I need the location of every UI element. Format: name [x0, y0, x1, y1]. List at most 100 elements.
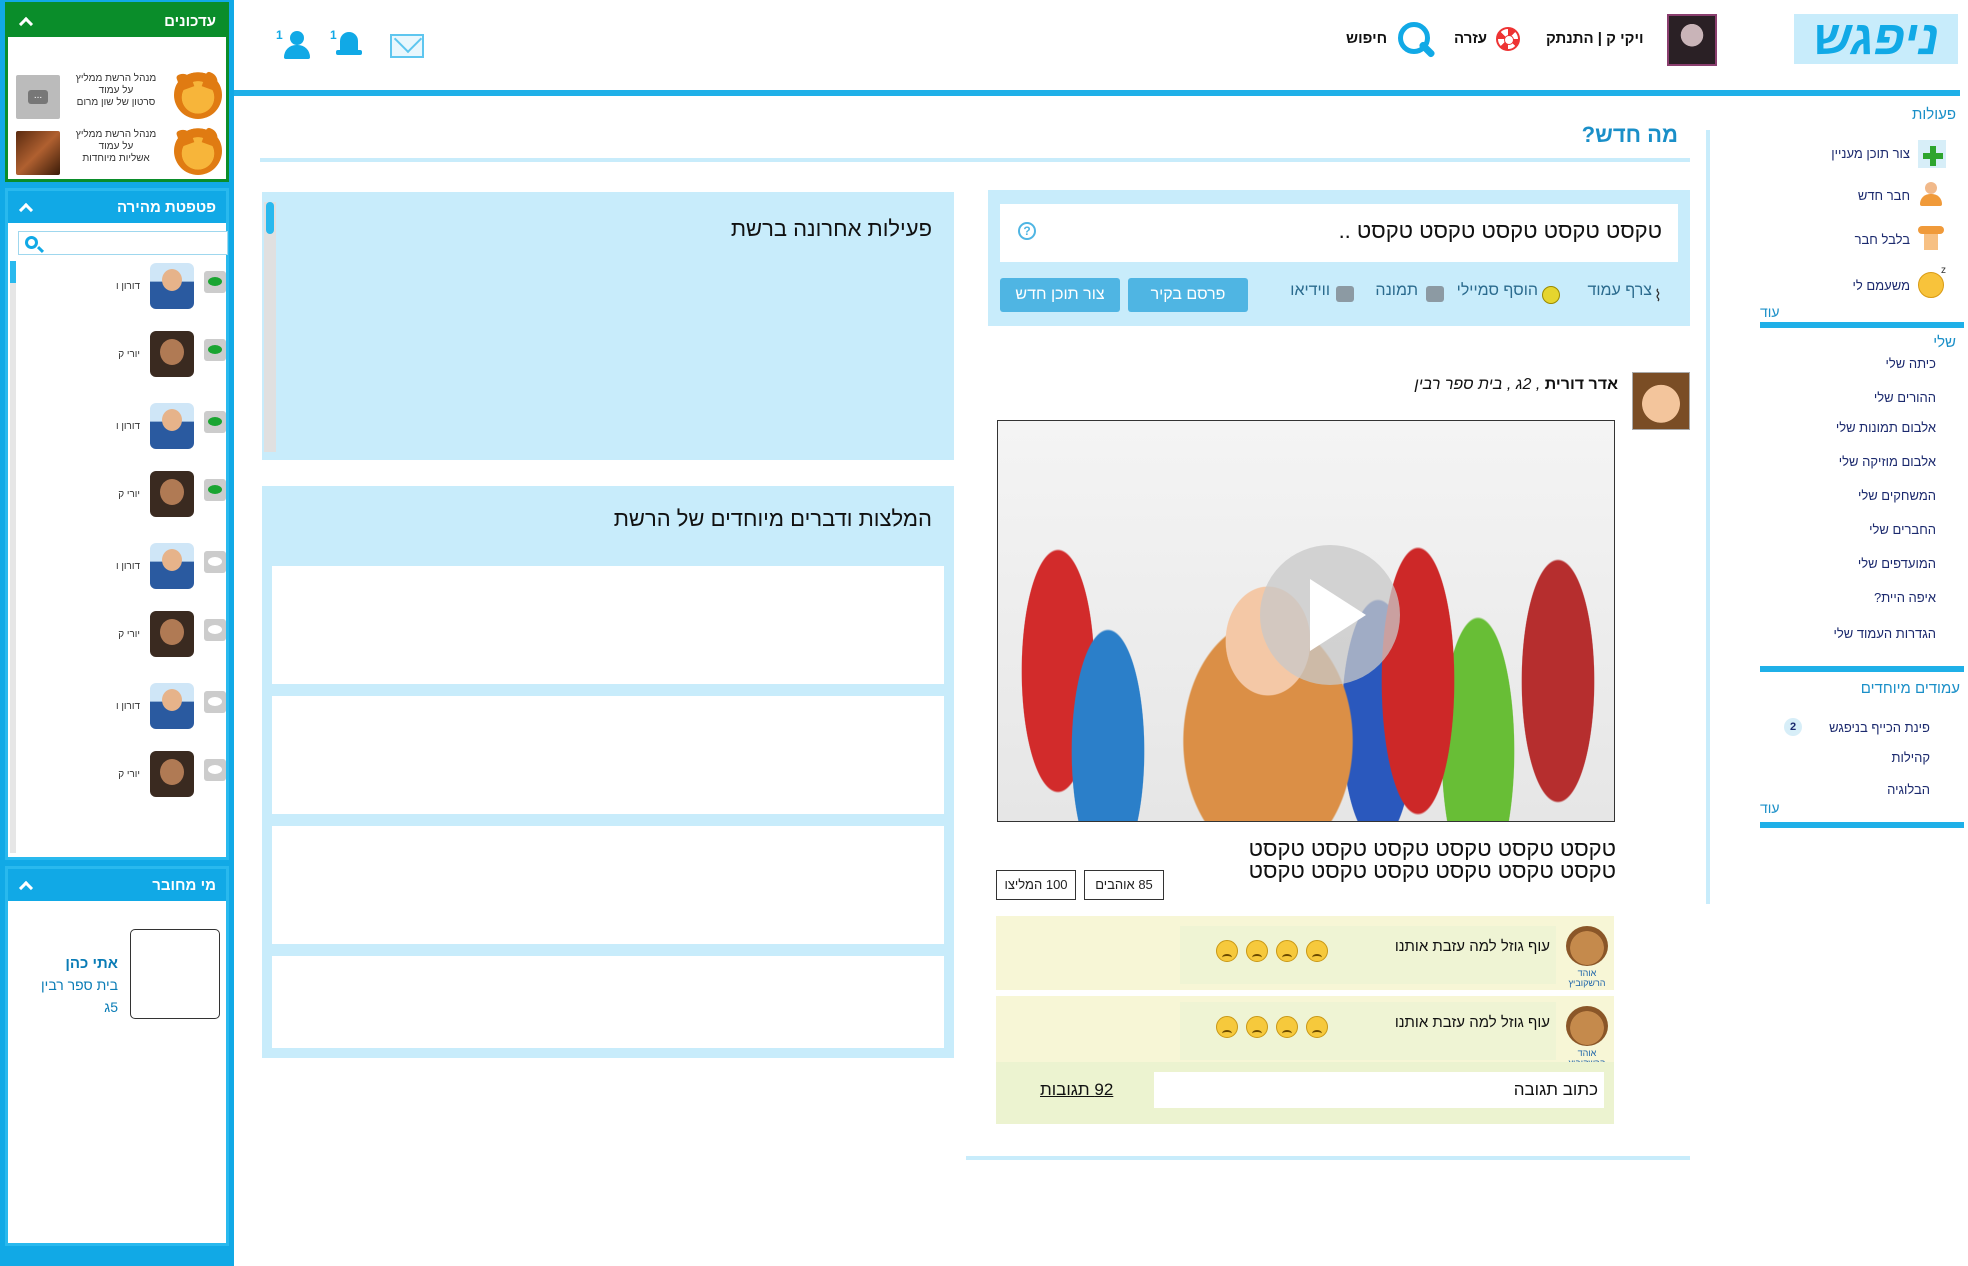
recommendation-slot[interactable]	[272, 696, 944, 814]
contact-item[interactable]: יורי ק	[22, 331, 226, 381]
user-logout-link[interactable]: ויקי ק | התנתק	[1546, 30, 1644, 47]
nav-my-games[interactable]: המשחקים שלי	[1858, 488, 1936, 503]
recommend-count-button[interactable]: 100 המליצו	[996, 870, 1076, 900]
nav-my-photo-album[interactable]: אלבום תמונות שלי	[1836, 420, 1936, 435]
bell-icon[interactable]	[336, 30, 362, 60]
nav-my-parents[interactable]: ההורים שלי	[1874, 390, 1936, 405]
new-friend-icon[interactable]	[1918, 180, 1944, 208]
nav-confuse-friend[interactable]: בלבל חבר	[1855, 232, 1910, 247]
commenter-name[interactable]: אוהד הרשקוביץ	[1562, 968, 1612, 988]
collapse-chevron-icon[interactable]	[18, 16, 32, 26]
help-link[interactable]: עזרה	[1454, 30, 1487, 47]
contacts-scrollbar[interactable]	[10, 261, 16, 853]
contact-item[interactable]: דורון ו	[22, 263, 226, 313]
comments-count-link[interactable]: 92 תגובות	[1040, 1080, 1113, 1100]
online-user-name[interactable]: אתי כהן	[65, 955, 118, 972]
update-item[interactable]: מנהל הרשת ממליץ על עמוד סרטון של שון מרו…	[16, 71, 222, 121]
post-text-input[interactable]: טקסט טקסט טקסט טקסט טקסט ..	[1000, 204, 1678, 262]
online-user-photo[interactable]	[130, 929, 220, 1019]
who-online-header[interactable]: מי מחובר	[8, 869, 226, 901]
help-icon[interactable]: ?	[1018, 222, 1036, 240]
bored-face-icon[interactable]	[1918, 265, 1946, 298]
nav-create-content[interactable]: צור תוכן מעניין	[1831, 146, 1910, 161]
user-avatar[interactable]	[1667, 14, 1717, 66]
site-logo[interactable]: ניפגש	[1794, 14, 1958, 64]
update-thumbnail[interactable]	[16, 131, 60, 175]
contact-search-input[interactable]	[18, 231, 228, 255]
attach-page-button[interactable]: צרף עמוד	[1587, 282, 1652, 300]
update-item[interactable]: מנהל הרשת ממליץ על עמוד אשליות מיוחדות	[16, 127, 222, 177]
chat-status-icon	[204, 551, 226, 573]
nav-where-were-you[interactable]: איפה היית?	[1874, 590, 1936, 605]
quick-chat-header[interactable]: פטפטת מהירה	[8, 191, 226, 223]
avatar	[150, 403, 194, 449]
commenter-avatar[interactable]	[1566, 926, 1608, 966]
fun-corner-count-badge: 2	[1784, 718, 1802, 736]
sad-face-icon	[1306, 940, 1328, 962]
contact-name: דורון ו	[115, 561, 140, 572]
nav-new-friend[interactable]: חבר חדש	[1858, 188, 1910, 203]
publish-wall-button[interactable]: פרסם בקיר	[1128, 278, 1248, 312]
play-icon[interactable]	[1260, 545, 1400, 685]
update-thumbnail[interactable]: ...	[16, 75, 60, 119]
fox-mascot-icon	[174, 127, 222, 175]
chat-status-icon	[204, 619, 226, 641]
nav-blogs[interactable]: הבלוגיה	[1887, 782, 1930, 797]
update-line: מנהל הרשת ממליץ	[75, 129, 157, 140]
post-author-name[interactable]: אדר דורית	[1545, 376, 1618, 393]
search-link[interactable]: חיפוש	[1346, 30, 1387, 47]
plus-icon[interactable]	[1918, 140, 1946, 168]
sad-face-icon	[1246, 940, 1268, 962]
nav-fun-corner[interactable]: פינת הכייף בניפגש	[1829, 720, 1930, 735]
comment-bubble: עוף גוזל למה עזבת אותנו	[1180, 926, 1556, 984]
contact-item[interactable]: יורי ק	[22, 751, 226, 801]
paperclip-icon[interactable]: ⌇	[1654, 286, 1672, 305]
contact-item[interactable]: דורון ו	[22, 683, 226, 733]
video-camera-icon[interactable]	[1336, 286, 1354, 302]
image-button[interactable]: תמונה	[1375, 282, 1418, 300]
quick-chat-title: פטפטת מהירה	[116, 198, 216, 216]
nav-my-favorites[interactable]: המועדפים שלי	[1858, 556, 1936, 571]
nav-my-class[interactable]: כיתה שלי	[1885, 356, 1936, 371]
page-title: מה חדש?	[1581, 122, 1678, 147]
search-icon[interactable]	[1396, 20, 1436, 58]
contact-item[interactable]: דורון ו	[22, 403, 226, 453]
reply-input[interactable]: כתוב תגובה	[1154, 1072, 1604, 1108]
collapse-chevron-icon[interactable]	[18, 202, 32, 212]
activity-scrollbar[interactable]	[264, 202, 276, 452]
actions-heading: פעולות	[1912, 106, 1956, 123]
create-content-button[interactable]: צור תוכן חדש	[1000, 278, 1120, 312]
contact-item[interactable]: יורי ק	[22, 611, 226, 661]
recent-activity-panel: פעילות אחרונה ברשת	[262, 192, 954, 460]
mail-icon[interactable]	[390, 34, 424, 58]
recommendation-slot[interactable]	[272, 956, 944, 1048]
nav-my-music-album[interactable]: אלבום מוזיקה שלי	[1839, 454, 1936, 469]
friend-request-icon[interactable]	[282, 30, 312, 60]
add-smiley-button[interactable]: הוסף סמיילי	[1457, 282, 1538, 300]
video-player[interactable]	[997, 420, 1615, 822]
recommendation-slot[interactable]	[272, 826, 944, 944]
special-more-link[interactable]: עוד	[1760, 800, 1780, 816]
help-lifebuoy-icon[interactable]	[1496, 27, 1520, 51]
nav-communities[interactable]: קהילות	[1891, 750, 1930, 765]
camera-icon[interactable]	[1426, 286, 1444, 302]
likes-count-button[interactable]: 85 אוהבים	[1084, 870, 1164, 900]
commenter-avatar[interactable]	[1566, 1006, 1608, 1046]
header-divider	[234, 90, 1960, 96]
author-avatar[interactable]	[1632, 372, 1690, 430]
nav-my-friends[interactable]: החברים שלי	[1869, 522, 1936, 537]
update-line: אשליות מיוחדות	[82, 153, 150, 164]
contact-item[interactable]: יורי ק	[22, 471, 226, 521]
actions-more-link[interactable]: עוד	[1760, 304, 1780, 320]
video-button[interactable]: ווידיאו	[1290, 282, 1330, 300]
contact-item[interactable]: דורון ו	[22, 543, 226, 593]
nav-bored[interactable]: משעמם לי	[1853, 278, 1910, 293]
confuse-friend-icon[interactable]	[1918, 224, 1944, 252]
nav-page-settings[interactable]: הגדרות העמוד שלי	[1833, 626, 1936, 641]
recommendations-title: המלצות ודברים מיוחדים של הרשת	[613, 506, 932, 531]
smiley-icon[interactable]	[1542, 286, 1560, 304]
updates-panel-header[interactable]: עדכונים	[8, 5, 226, 37]
recommendation-slot[interactable]	[272, 566, 944, 684]
comment-row: אוהד הרשקוביץ עוף גוזל למה עזבת אותנו	[996, 996, 1614, 1068]
collapse-chevron-icon[interactable]	[18, 880, 32, 890]
